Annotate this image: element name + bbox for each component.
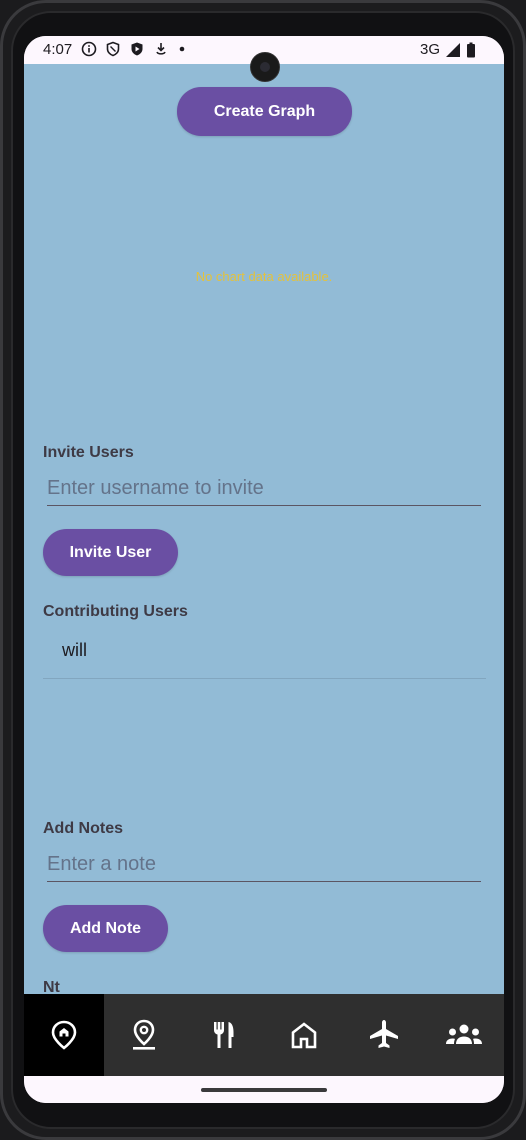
status-right: 3G bbox=[420, 41, 476, 58]
create-graph-button[interactable]: Create Graph bbox=[177, 87, 352, 136]
location-pin-icon bbox=[133, 1019, 155, 1050]
airplane-icon bbox=[370, 1020, 398, 1048]
play-protect-icon bbox=[131, 42, 143, 56]
network-type: 3G bbox=[419, 41, 440, 58]
nav-item-group[interactable] bbox=[424, 994, 504, 1076]
nav-item-restaurant[interactable] bbox=[184, 994, 264, 1076]
screen: 4:07 3G Create Graph No chart data avail… bbox=[24, 36, 504, 1103]
group-icon bbox=[446, 1024, 482, 1044]
info-icon bbox=[81, 41, 97, 57]
status-time: 4:07 bbox=[43, 41, 73, 58]
battery-icon bbox=[467, 42, 475, 57]
front-camera bbox=[250, 52, 280, 82]
phone-frame: 4:07 3G Create Graph No chart data avail… bbox=[0, 0, 526, 1140]
notes-list-heading: Nt bbox=[43, 979, 60, 994]
home-pin-icon bbox=[51, 1020, 77, 1050]
contributor-list-item: will bbox=[43, 629, 486, 679]
add-notes-heading: Add Notes bbox=[43, 820, 123, 837]
empty-chart-message: No chart data available. bbox=[195, 269, 333, 284]
nav-item-flights[interactable] bbox=[344, 994, 424, 1076]
note-input[interactable] bbox=[47, 848, 481, 882]
gesture-bar-area bbox=[24, 1076, 504, 1103]
invite-user-button[interactable]: Invite User bbox=[43, 529, 178, 576]
home-gesture-handle[interactable] bbox=[201, 1088, 327, 1092]
contributing-users-heading: Contributing Users bbox=[43, 603, 188, 620]
restaurant-icon bbox=[214, 1022, 234, 1048]
add-note-button[interactable]: Add Note bbox=[43, 905, 168, 952]
house-icon bbox=[291, 1022, 317, 1049]
dot-icon bbox=[179, 46, 185, 52]
nav-item-location[interactable] bbox=[104, 994, 184, 1076]
nav-item-house[interactable] bbox=[264, 994, 344, 1076]
bottom-navigation bbox=[24, 994, 504, 1076]
nav-item-home-pin[interactable] bbox=[24, 994, 104, 1076]
main-content[interactable]: Create Graph No chart data available. In… bbox=[24, 64, 504, 994]
download-icon bbox=[156, 43, 166, 55]
invite-users-heading: Invite Users bbox=[43, 444, 134, 461]
signal-icon bbox=[446, 42, 460, 57]
status-left-icons bbox=[81, 41, 187, 57]
shield-icon bbox=[106, 41, 120, 57]
contributor-name: will bbox=[62, 640, 87, 660]
invite-username-input[interactable] bbox=[47, 472, 481, 506]
